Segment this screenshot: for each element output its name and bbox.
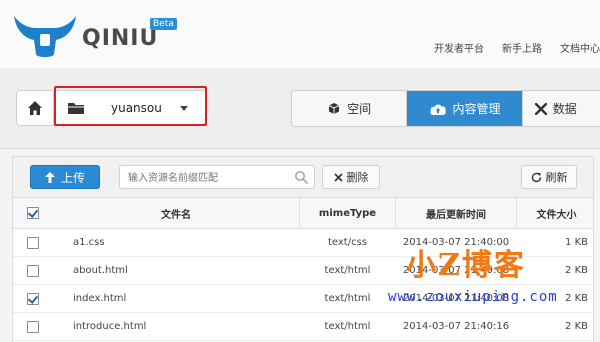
top-nav-developer-platform[interactable]: 开发者平台 bbox=[434, 40, 484, 56]
file-name[interactable]: introduce.html bbox=[53, 312, 300, 341]
select-all-cell bbox=[13, 198, 53, 229]
file-name[interactable]: a1.css bbox=[53, 228, 300, 257]
file-updated: 2014-03-07 21:40:00 bbox=[395, 228, 517, 257]
qiniu-logo[interactable]: QINIU Beta bbox=[10, 10, 180, 62]
cubes-icon bbox=[328, 102, 340, 114]
bucket-name: yuansou bbox=[111, 101, 162, 115]
tab-data[interactable]: 数据 bbox=[522, 91, 600, 126]
table-row[interactable]: introduce.html text/html 2014-03-07 21:4… bbox=[13, 312, 593, 341]
home-button[interactable] bbox=[17, 91, 54, 125]
table-row[interactable]: index.html text/html 2014-03-07 21:40:08… bbox=[13, 284, 593, 313]
tab-content-management-label: 内容管理 bbox=[452, 102, 501, 116]
beta-badge: Beta bbox=[150, 18, 177, 30]
file-updated: 2014-03-07 21:40:08 bbox=[395, 284, 517, 313]
file-mimetype: text/css bbox=[299, 228, 396, 257]
file-updated: 2014-03-07 21:40:08 bbox=[395, 256, 517, 285]
cloud-upload-icon bbox=[429, 103, 446, 115]
refresh-button[interactable]: 刷新 bbox=[521, 165, 577, 189]
row-checkbox[interactable] bbox=[27, 320, 39, 333]
file-size: 2 KB bbox=[516, 256, 593, 285]
column-header-filename[interactable]: 文件名 bbox=[53, 198, 300, 229]
tools-icon bbox=[534, 102, 547, 115]
top-nav: 开发者平台 新手上路 文档中心 bbox=[434, 40, 600, 56]
column-header-size[interactable]: 文件大小 bbox=[516, 198, 593, 229]
brand-wordmark: QINIU bbox=[82, 26, 159, 51]
table-row[interactable]: about.html text/html 2014-03-07 21:40:08… bbox=[13, 256, 593, 285]
file-size: 2 KB bbox=[516, 284, 593, 313]
file-mimetype: text/html bbox=[299, 312, 396, 341]
chevron-down-icon bbox=[179, 105, 188, 111]
row-checkbox-cell bbox=[13, 312, 53, 341]
file-name[interactable]: index.html bbox=[53, 284, 300, 313]
file-mimetype: text/html bbox=[299, 284, 396, 313]
upload-button[interactable]: 上传 bbox=[30, 165, 100, 189]
file-table: 文件名 mimeType 最后更新时间 文件大小 a1.css text/css… bbox=[13, 198, 593, 341]
row-checkbox[interactable] bbox=[27, 292, 39, 305]
row-checkbox-cell bbox=[13, 256, 53, 285]
search-box bbox=[119, 165, 315, 190]
file-list-panel: 上传 删除 刷新 bbox=[12, 156, 594, 342]
close-icon bbox=[333, 172, 343, 182]
bucket-bar: yuansou bbox=[16, 90, 206, 126]
upload-button-label: 上传 bbox=[60, 170, 85, 185]
arrow-up-icon bbox=[44, 171, 55, 183]
qiniu-logo-mark-icon bbox=[14, 16, 76, 57]
file-size: 1 KB bbox=[516, 228, 593, 257]
main-tabs: 空间 内容管理 数据 bbox=[291, 90, 600, 127]
file-name[interactable]: about.html bbox=[53, 256, 300, 285]
tab-content-management[interactable]: 内容管理 bbox=[407, 91, 523, 126]
delete-button[interactable]: 删除 bbox=[322, 165, 380, 189]
file-updated: 2014-03-07 21:40:16 bbox=[395, 312, 517, 341]
top-nav-getting-started[interactable]: 新手上路 bbox=[502, 40, 542, 56]
search-icon[interactable] bbox=[294, 170, 308, 184]
refresh-icon bbox=[531, 172, 541, 182]
delete-button-label: 删除 bbox=[346, 171, 369, 184]
select-all-checkbox[interactable] bbox=[27, 207, 39, 219]
column-header-updated[interactable]: 最后更新时间 bbox=[395, 198, 517, 229]
table-row[interactable]: a1.css text/css 2014-03-07 21:40:00 1 KB bbox=[13, 228, 593, 257]
refresh-button-label: 刷新 bbox=[545, 171, 568, 184]
column-header-mimetype[interactable]: mimeType bbox=[299, 198, 396, 229]
home-icon bbox=[28, 101, 42, 115]
file-mimetype: text/html bbox=[299, 256, 396, 285]
row-checkbox[interactable] bbox=[27, 264, 39, 277]
file-size: 2 KB bbox=[516, 312, 593, 341]
tab-data-label: 数据 bbox=[552, 102, 577, 116]
tab-space-label: 空间 bbox=[347, 102, 372, 116]
table-header-row: 文件名 mimeType 最后更新时间 文件大小 bbox=[13, 198, 593, 229]
search-input[interactable] bbox=[126, 167, 290, 190]
bucket-selector[interactable]: yuansou bbox=[57, 91, 205, 125]
folder-icon bbox=[68, 103, 84, 114]
tab-space[interactable]: 空间 bbox=[292, 91, 408, 126]
row-checkbox[interactable] bbox=[27, 236, 39, 249]
top-nav-docs-center[interactable]: 文档中心 bbox=[560, 40, 600, 56]
row-checkbox-cell bbox=[13, 228, 53, 257]
top-header: QINIU Beta 开发者平台 新手上路 文档中心 bbox=[0, 0, 600, 69]
file-toolbar: 上传 删除 刷新 bbox=[13, 157, 593, 198]
row-checkbox-cell bbox=[13, 284, 53, 313]
